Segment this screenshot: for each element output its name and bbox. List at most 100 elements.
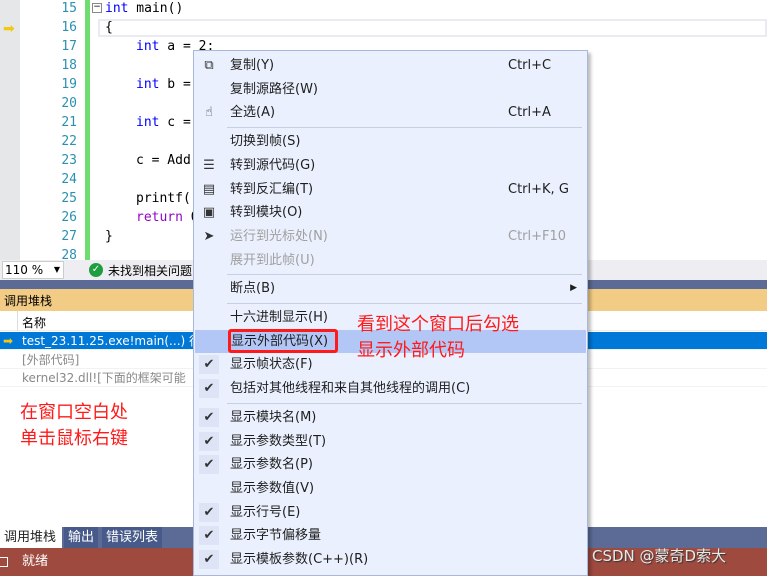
- menu-item[interactable]: ✔ 显示字节偏移量: [194, 524, 587, 547]
- annotation-line: 单击鼠标右键: [20, 428, 128, 449]
- menu-item-shortcut: Ctrl+C: [508, 58, 552, 73]
- checkmark-icon: ✔: [199, 550, 219, 569]
- menu-item-label: 转到模块(O): [230, 205, 303, 221]
- check-icon: ✓: [89, 263, 103, 277]
- zoom-value: 110 %: [5, 263, 44, 277]
- menu-item-label: 转到源代码(G): [230, 157, 316, 173]
- menu-item-label: 断点(B): [230, 281, 276, 297]
- keyword: int: [136, 77, 160, 92]
- menu-separator: [227, 274, 582, 276]
- menu-item[interactable]: ☰ 转到源代码(G): [194, 154, 587, 177]
- code-line: int main(): [105, 1, 183, 16]
- menu-item-label: 切换到帧(S): [230, 134, 301, 150]
- menu-item-label: 展开到此帧(U): [230, 252, 315, 268]
- menu-item-label: 十六进制显示(H): [230, 310, 328, 325]
- annotation-line: 显示外部代码: [357, 340, 465, 361]
- status-text: 就绪: [22, 554, 49, 569]
- code-text: b =: [159, 77, 191, 92]
- annotation-line: 看到这个窗口后勾选: [357, 314, 519, 335]
- checkmark-icon: ✔: [199, 355, 219, 375]
- menu-item-label: 全选(A): [230, 105, 276, 121]
- code-line: c = Add: [136, 153, 191, 168]
- menu-item-label: 显示模块名(M): [230, 409, 317, 425]
- menu-item[interactable]: 显示参数值(V): [194, 477, 587, 500]
- code-line: return 0: [136, 210, 199, 225]
- menu-item-label: 显示行号(E): [230, 504, 301, 520]
- menu-item[interactable]: ✔ 显示行号(E): [194, 501, 587, 524]
- menu-item-shortcut: Ctrl+F10: [508, 228, 567, 244]
- menu-item[interactable]: 复制源路径(W): [194, 78, 587, 101]
- code-line: int c =: [136, 115, 191, 130]
- menu-item[interactable]: ➤ 运行到光标处(N) Ctrl+F10: [194, 225, 587, 248]
- current-frame-arrow-icon: ➡: [3, 334, 14, 348]
- code-text: printf(: [136, 191, 191, 206]
- menu-item-label: 运行到光标处(N): [230, 228, 328, 244]
- annotation-right: 看到这个窗口后勾选 显示外部代码: [357, 312, 519, 364]
- menu-item-label: 复制源路径(W): [230, 81, 318, 97]
- menu-item[interactable]: ▤ 转到反汇编(T) Ctrl+K, G: [194, 178, 587, 201]
- menu-item[interactable]: 切换到帧(S): [194, 130, 587, 153]
- tab-error-list[interactable]: 错误列表: [102, 527, 163, 548]
- code-text: {: [105, 20, 113, 35]
- menu-item[interactable]: ✔ 显示参数类型(T): [194, 430, 587, 453]
- annotation-left: 在窗口空白处 单击鼠标右键: [20, 400, 128, 452]
- menu-separator: [227, 402, 582, 404]
- code-text: }: [105, 229, 113, 244]
- menu-item[interactable]: ▣ 转到模块(O): [194, 201, 587, 224]
- checkmark-icon: ✔: [199, 502, 219, 522]
- keyword: int: [136, 115, 160, 130]
- cursor-icon: ➤: [203, 228, 215, 244]
- checkmark-icon: ✔: [199, 526, 219, 546]
- menu-item[interactable]: ✔ 显示参数名(P): [194, 453, 587, 476]
- menu-item[interactable]: 断点(B) ▶: [194, 277, 587, 300]
- submenu-arrow-icon: ▶: [570, 283, 577, 294]
- go-to-source-icon: ☰: [203, 157, 215, 173]
- menu-item-label: 显示参数类型(T): [230, 433, 327, 449]
- code-text: main(): [128, 1, 184, 16]
- menu-item-label: 显示参数名(P): [230, 457, 313, 473]
- stack-row-text: [外部代码]: [22, 353, 80, 367]
- status-icon: [0, 557, 8, 567]
- menu-item[interactable]: ✔ 显示模块名(M): [194, 406, 587, 429]
- stack-row-text: test_23.11.25.exe!main(...) 行 16: [22, 334, 221, 348]
- zoom-select[interactable]: 110 % ▼: [2, 261, 64, 279]
- code-line: {: [105, 20, 113, 35]
- code-text: c =: [159, 115, 191, 130]
- highlight-box: [228, 328, 338, 353]
- menu-item[interactable]: 展开到此帧(U): [194, 249, 587, 272]
- menu-item-label: 复制(Y): [230, 58, 275, 73]
- menu-item[interactable]: ⧉ 复制(Y) Ctrl+C: [194, 54, 587, 77]
- menu-item-label: 转到反汇编(T): [230, 181, 314, 197]
- menu-item-label: 包括对其他线程和来自其他线程的调用(C): [230, 381, 471, 397]
- copy-icon: ⧉: [204, 58, 214, 73]
- code-text: c = Add: [136, 153, 191, 168]
- menu-item-shortcut: Ctrl+A: [508, 105, 551, 121]
- stack-row-text: kernel32.dll![下面的框架可能: [22, 371, 186, 385]
- select-all-icon: ☝: [205, 105, 213, 121]
- checkmark-icon: ✔: [199, 431, 219, 451]
- checkmark-icon: ✔: [199, 407, 219, 427]
- module-icon: ▣: [202, 205, 216, 221]
- column-name: 名称: [22, 316, 47, 330]
- menu-item-label: 显示模板参数(C++)(R): [230, 552, 369, 567]
- menu-item[interactable]: ✔ 显示模板参数(C++)(R): [194, 548, 587, 571]
- code-line: printf(: [136, 191, 191, 206]
- keyword: int: [105, 1, 129, 16]
- checkmark-icon: ✔: [199, 379, 219, 399]
- menu-item-label: 显示帧状态(F): [230, 357, 313, 373]
- keyword: return: [136, 210, 183, 225]
- annotation-line: 在窗口空白处: [20, 402, 128, 423]
- menu-separator: [227, 127, 582, 129]
- code-line: int b =: [136, 77, 191, 92]
- menu-item[interactable]: ✔ 包括对其他线程和来自其他线程的调用(C): [194, 377, 587, 400]
- menu-item[interactable]: ☝ 全选(A) Ctrl+A: [194, 101, 587, 124]
- issues-status[interactable]: 未找到相关问题: [108, 262, 192, 279]
- menu-item-shortcut: Ctrl+K, G: [508, 181, 569, 197]
- menu-item-label: 显示参数值(V): [230, 480, 315, 496]
- tab-output[interactable]: 输出: [64, 527, 99, 548]
- menu-separator: [227, 303, 582, 304]
- menu-item-label: 显示字节偏移量: [230, 528, 322, 544]
- code-line: }: [105, 229, 113, 244]
- checkmark-icon: ✔: [199, 455, 219, 475]
- tab-call-stack[interactable]: 调用堆栈: [0, 527, 62, 548]
